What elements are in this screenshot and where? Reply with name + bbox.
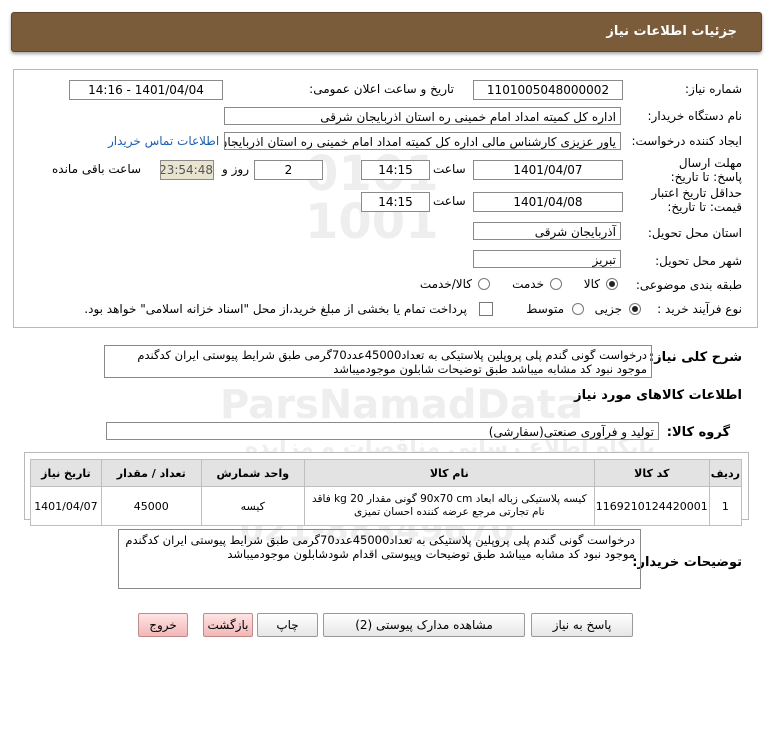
deadline-label: مهلت ارسال پاسخ: تا تاریخ:	[670, 156, 742, 184]
purchase-radio-minor[interactable]	[629, 303, 641, 315]
category-radio-goods[interactable]	[606, 278, 618, 290]
days-label: روز و	[222, 162, 249, 176]
page-header: جزئیات اطلاعات نیاز	[11, 12, 762, 52]
treasury-note: پرداخت تمام یا بخشی از مبلغ خرید،از محل …	[84, 302, 467, 316]
goods-table-header: ردیف کد کالا نام کالا واحد شمارش تعداد /…	[30, 459, 743, 487]
announce-field[interactable]: 1401/04/04 - 14:16	[69, 80, 223, 100]
notes-box: درخواست گونی گندم پلی پروپلین پلاستیکی ب…	[118, 529, 641, 589]
back-button[interactable]: بازگشت	[203, 613, 253, 637]
city-field[interactable]: تبریز	[473, 250, 621, 268]
notes-label: توضیحات خریدار:	[632, 555, 742, 570]
creator-field[interactable]: یاور عزیزی کارشناس مالی اداره کل کمیته ا…	[224, 132, 621, 150]
goods-table: ردیف کد کالا نام کالا واحد شمارش تعداد /…	[30, 459, 743, 526]
category-option-both: کالا/خدمت	[419, 277, 472, 291]
need-number-label: شماره نیاز:	[685, 82, 742, 96]
buyer-org-label: نام دستگاه خریدار:	[647, 109, 743, 123]
creator-label: ایجاد کننده درخواست:	[631, 134, 742, 148]
cell-date: 1401/04/07	[30, 486, 102, 526]
category-option-service: خدمت	[512, 277, 544, 291]
category-radio-service[interactable]	[550, 278, 562, 290]
purchase-radio-medium[interactable]	[572, 303, 584, 315]
exit-button[interactable]: خروج	[138, 613, 188, 637]
col-qty: تعداد / مقدار	[100, 459, 202, 487]
goods-section-title: اطلاعات کالاهای مورد نیاز	[574, 388, 742, 403]
validity-time-label: ساعت	[433, 194, 466, 208]
description-box: درخواست گونی گندم پلی پروپلین پلاستیکی ب…	[104, 345, 652, 378]
buyer-org-field[interactable]: اداره کل کمیته امداد امام خمینی ره استان…	[224, 107, 621, 125]
province-label: استان محل تحویل:	[647, 226, 742, 240]
col-code: کد کالا	[593, 459, 710, 487]
remaining-label: ساعت باقی مانده	[52, 162, 142, 176]
remaining-time-field: 23:54:48	[160, 160, 214, 180]
buyer-contact-link[interactable]: اطلاعات تماس خریدار	[108, 134, 219, 148]
description-label: شرح کلی نیاز:	[648, 350, 742, 365]
view-attachments-button[interactable]: مشاهده مدارک پیوستی (2)	[323, 613, 525, 637]
reply-button[interactable]: پاسخ به نیاز	[531, 613, 633, 637]
col-unit: واحد شمارش	[200, 459, 305, 487]
category-label: طبقه بندی موضوعی:	[635, 278, 742, 292]
validity-time-field[interactable]: 14:15	[361, 192, 430, 212]
validity-label: حداقل تاریخ اعتبار قیمت: تا تاریخ:	[651, 186, 742, 214]
col-name: نام کالا	[303, 459, 595, 487]
cell-unit: کیسه	[200, 486, 305, 526]
deadline-date-field[interactable]: 1401/04/07	[473, 160, 623, 180]
purchase-option-minor: جزیی	[594, 302, 622, 316]
page-title: جزئیات اطلاعات نیاز	[606, 24, 737, 39]
purchase-type-label: نوع فرآیند خرید :	[657, 302, 742, 316]
print-button[interactable]: چاپ	[257, 613, 318, 637]
cell-row: 1	[708, 486, 743, 526]
purchase-option-medium: متوسط	[526, 302, 564, 316]
category-option-goods: کالا	[583, 277, 600, 291]
days-field[interactable]: 2	[254, 160, 323, 180]
cell-qty: 45000	[100, 486, 202, 526]
deadline-time-label: ساعت	[433, 162, 466, 176]
deadline-time-field[interactable]: 14:15	[361, 160, 430, 180]
goods-group-field[interactable]: تولید و فرآوری صنعتی(سفارشی)	[106, 422, 659, 440]
cell-name: کیسه پلاستیکی زباله ابعاد 90x70 cm گونی …	[303, 486, 595, 526]
need-number-field[interactable]: 1101005048000002	[473, 80, 623, 100]
announce-label: تاریخ و ساعت اعلان عمومی:	[309, 82, 454, 96]
table-row[interactable]: 1 1169210124420001 کیسه پلاستیکی زباله ا…	[30, 486, 743, 526]
city-label: شهر محل تحویل:	[655, 254, 742, 268]
goods-group-label: گروه کالا:	[666, 425, 730, 440]
cell-code: 1169210124420001	[593, 486, 710, 526]
col-row: ردیف	[708, 459, 743, 487]
category-radio-both[interactable]	[478, 278, 490, 290]
province-field[interactable]: آذربایجان شرقی	[473, 222, 621, 240]
treasury-checkbox[interactable]	[479, 302, 493, 316]
col-date: تاریخ نیاز	[30, 459, 102, 487]
validity-date-field[interactable]: 1401/04/08	[473, 192, 623, 212]
